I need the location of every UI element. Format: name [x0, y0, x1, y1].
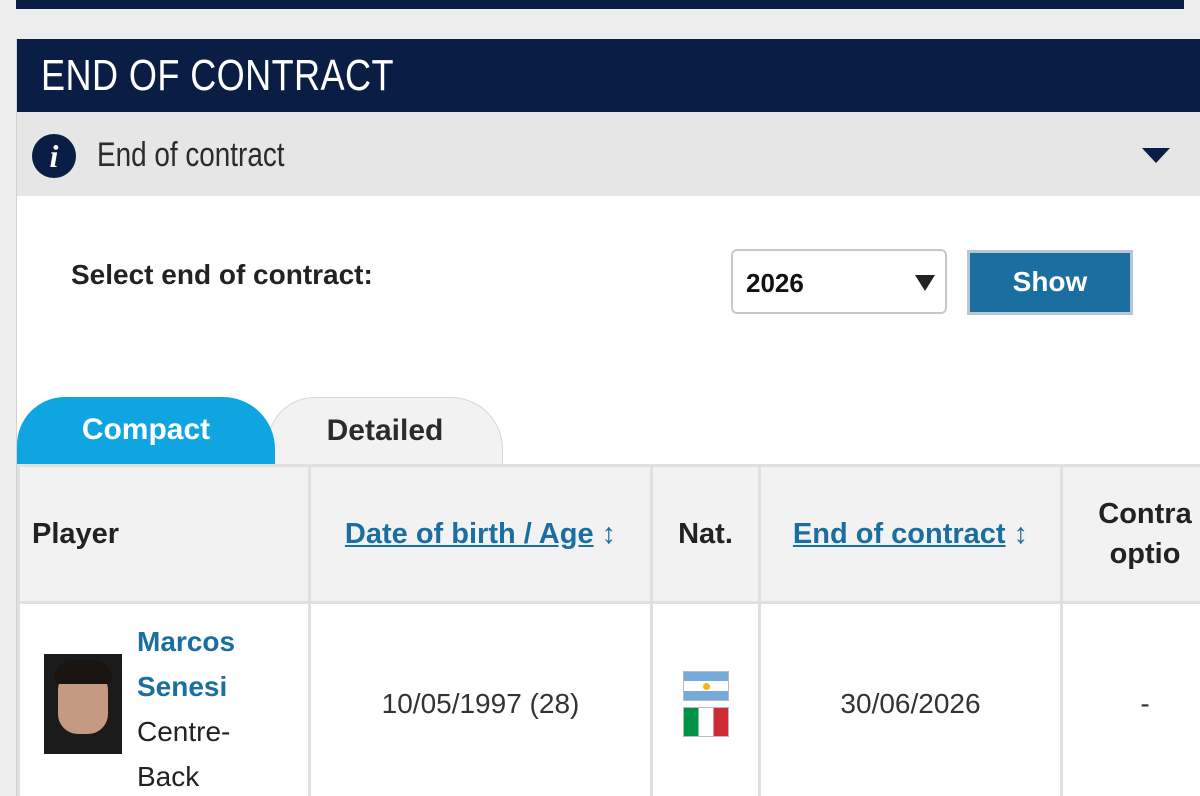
italy-flag-icon — [682, 707, 729, 737]
tab-compact[interactable]: Compact — [17, 397, 275, 464]
sort-link-end-of-contract[interactable]: End of contract — [793, 518, 1006, 550]
players-table: Player Date of birth / Age ↕ Nat. End of … — [17, 464, 1200, 796]
year-select-value: 2026 — [746, 268, 804, 298]
info-bar[interactable]: i End of contract — [17, 112, 1200, 196]
nationality-cell — [650, 601, 761, 796]
col-header-player: Player — [17, 464, 311, 604]
player-position: Centre- Back — [137, 709, 230, 796]
player-cell: Marcos Senesi Centre- Back — [17, 601, 311, 796]
end-of-contract-panel: END OF CONTRACT i End of contract Select… — [16, 39, 1200, 796]
player-position-line1: Centre- — [137, 716, 231, 747]
player-name-link[interactable]: Marcos Senesi — [137, 619, 235, 709]
player-first-name[interactable]: Marcos — [137, 626, 235, 657]
sort-link-dob-age[interactable]: Date of birth / Age — [345, 518, 594, 550]
sort-arrows-icon[interactable]: ↕ — [1014, 518, 1029, 550]
info-icon: i — [32, 134, 76, 178]
col-header-contract-option-line2: optio — [1109, 538, 1181, 570]
filter-label: Select end of contract: — [71, 259, 373, 290]
player-last-name[interactable]: Senesi — [137, 671, 227, 702]
col-header-nat: Nat. — [650, 464, 761, 604]
col-header-end-of-contract[interactable]: End of contract ↕ — [758, 464, 1063, 604]
end-of-contract-cell: 30/06/2026 — [758, 601, 1063, 796]
top-strip — [16, 0, 1184, 9]
select-caret-icon — [915, 275, 935, 291]
section-title: END OF CONTRACT — [41, 51, 394, 100]
photo-hair — [54, 660, 112, 684]
player-photo[interactable] — [44, 654, 122, 754]
col-header-dob-age[interactable]: Date of birth / Age ↕ — [308, 464, 653, 604]
tab-detailed[interactable]: Detailed — [267, 397, 503, 464]
sort-arrows-icon[interactable]: ↕ — [602, 518, 617, 550]
table-row: Marcos Senesi Centre- Back 10/05/1997 (2… — [17, 601, 1200, 796]
caret-down-icon[interactable] — [1142, 148, 1170, 163]
info-label: End of contract — [97, 136, 285, 174]
table-header-row: Player Date of birth / Age ↕ Nat. End of … — [17, 464, 1200, 604]
year-select[interactable]: 2026 — [731, 249, 947, 314]
col-header-contract-option: Contra optio — [1060, 464, 1200, 604]
show-button[interactable]: Show — [967, 250, 1133, 315]
dob-age-cell: 10/05/1997 (28) — [308, 601, 653, 796]
section-header: END OF CONTRACT — [17, 39, 1200, 112]
col-header-contract-option-line1: Contra — [1098, 498, 1192, 530]
contract-option-cell: - — [1060, 601, 1200, 796]
player-position-line2: Back — [137, 761, 200, 792]
argentina-flag-icon — [682, 671, 729, 701]
